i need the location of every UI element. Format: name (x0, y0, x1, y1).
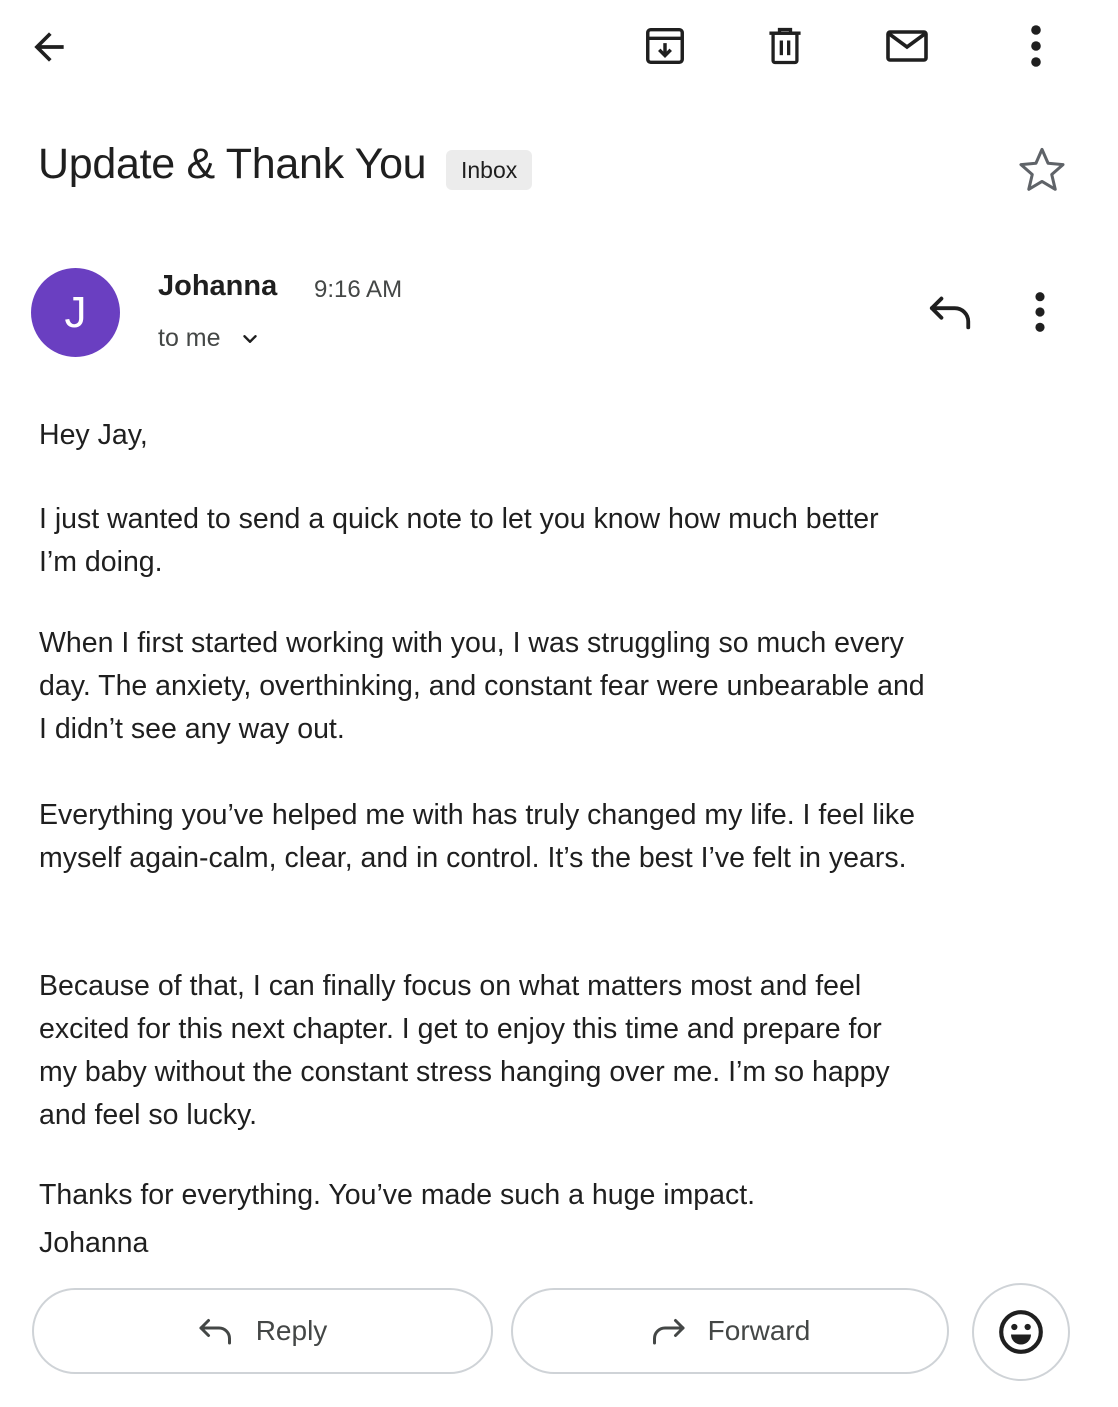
email-paragraph-3: Everything you’ve helped me with has tru… (39, 799, 916, 874)
email-paragraph-2: When I first started working with you, I… (39, 627, 925, 745)
email-closing: Thanks for everything. You’ve made such … (39, 1179, 756, 1211)
email-signature: Johanna (39, 1227, 149, 1259)
sent-time: 9:16 AM (314, 276, 403, 303)
email-paragraph-1: I just wanted to send a quick note to le… (39, 503, 879, 578)
star-icon (1019, 147, 1065, 191)
more-vert-icon (1031, 25, 1041, 67)
back-button[interactable] (22, 20, 76, 74)
email-paragraph-4: Because of that, I can finally focus on … (39, 970, 890, 1131)
delete-button[interactable] (758, 18, 812, 74)
message-more-button[interactable] (1014, 284, 1066, 340)
forward-button[interactable]: Forward (511, 1288, 949, 1374)
archive-button[interactable] (638, 18, 692, 74)
sender-avatar[interactable]: J (31, 268, 120, 357)
more-vert-icon (1035, 292, 1045, 332)
reply-icon (929, 296, 971, 330)
more-options-button[interactable] (1010, 18, 1062, 74)
sender-name: Johanna (158, 270, 278, 302)
mark-unread-button[interactable] (880, 18, 934, 74)
reply-icon-button[interactable] (922, 284, 980, 340)
reply-button-label: Reply (255, 1315, 328, 1346)
forward-icon (652, 1319, 685, 1345)
email-subject: Update & Thank You (38, 140, 427, 188)
recipient-details-toggle[interactable]: to me (158, 324, 261, 353)
email-greeting: Hey Jay, (39, 419, 148, 451)
archive-icon (646, 27, 684, 65)
emoji-reaction-icon (999, 1310, 1043, 1354)
emoji-reaction-button[interactable] (972, 1283, 1070, 1381)
forward-button-label: Forward (707, 1315, 811, 1346)
trash-icon (769, 27, 801, 65)
star-button[interactable] (1012, 140, 1072, 200)
inbox-label-chip[interactable]: Inbox (446, 150, 533, 190)
arrow-back-icon (34, 32, 64, 62)
chevron-down-icon (242, 334, 257, 343)
mail-icon (886, 30, 928, 62)
reply-icon (199, 1319, 231, 1345)
recipient-label: to me (158, 324, 221, 352)
reply-button[interactable]: Reply (32, 1288, 493, 1374)
